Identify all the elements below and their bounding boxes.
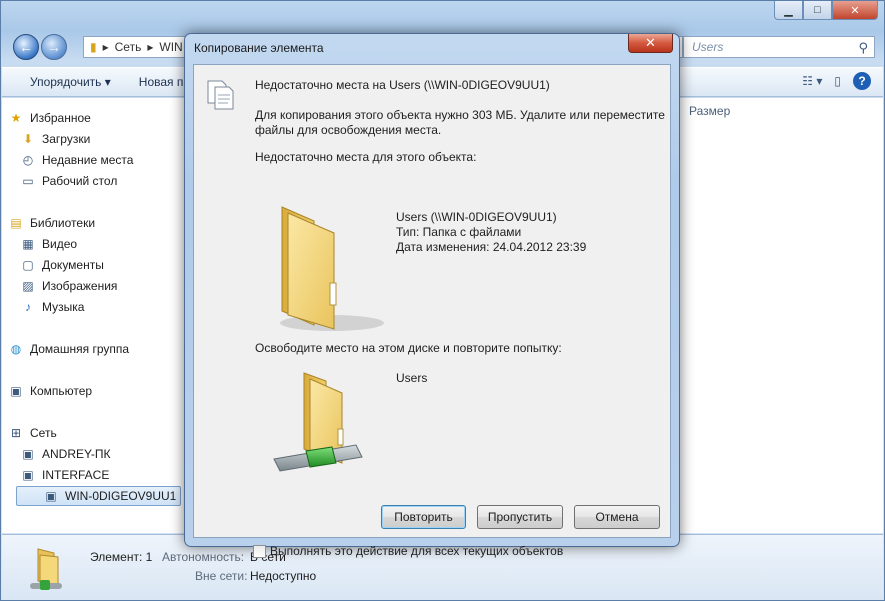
sidebar-item[interactable]: ▦ Видео bbox=[20, 234, 77, 254]
sidebar-item[interactable]: ♪ Музыка bbox=[20, 297, 84, 317]
back-button[interactable]: ← bbox=[13, 34, 39, 60]
sidebar-item[interactable]: ◴ Недавние места bbox=[20, 150, 134, 170]
status-item-count: Элемент: 1 bbox=[90, 550, 153, 564]
breadcrumb-separator-icon: ▸ bbox=[102, 40, 109, 54]
copy-item-dialog: Копирование элемента ✕ Недостаточно мест… bbox=[184, 33, 680, 558]
homegroup-icon: ◍ bbox=[10, 342, 22, 356]
sidebar-item-label: WIN-0DIGEOV9UU1 bbox=[65, 489, 177, 503]
sidebar-item[interactable]: ⊞ Сеть bbox=[8, 423, 57, 443]
sidebar-item-label: Сеть bbox=[30, 426, 57, 440]
sidebar-item-label: Видео bbox=[42, 237, 78, 251]
dropdown-arrow-icon: ▾ bbox=[104, 75, 111, 89]
apply-all-label[interactable]: Выполнять это действие для всех текущих … bbox=[270, 544, 563, 558]
sidebar-item-label: Изображения bbox=[42, 279, 118, 293]
libraries-icon: ▤ bbox=[10, 216, 22, 230]
breadcrumb-server[interactable]: WIN bbox=[159, 40, 182, 54]
sidebar-item-label: Музыка bbox=[42, 300, 85, 314]
target-item-name: Users bbox=[396, 371, 428, 385]
source-item-type: Тип: Папка с файлами bbox=[396, 225, 522, 239]
sidebar-item-label: INTERFACE bbox=[42, 468, 110, 482]
network-icon: ⊞ bbox=[10, 426, 22, 440]
dialog-message: Для копирования этого объекта нужно 303 … bbox=[255, 108, 665, 137]
sidebar-item-label: ANDREY-ПК bbox=[42, 447, 111, 461]
dialog-heading: Недостаточно места на Users (\\WIN-0DIGE… bbox=[255, 78, 550, 92]
view-options-icon[interactable]: ☷ ▾ bbox=[802, 74, 822, 88]
window-controls: ▁ □ ✕ bbox=[774, 1, 878, 20]
sidebar-item[interactable]: ▣ WIN-0DIGEOV9UU1 bbox=[16, 486, 182, 506]
documents-icon: ▢ bbox=[22, 258, 34, 272]
computer-icon: ▣ bbox=[10, 384, 22, 398]
organize-label: Упорядочить bbox=[30, 75, 102, 89]
toolbar-right: ☷ ▾ ▯ ? bbox=[802, 72, 871, 90]
network-computer-icon: ▣ bbox=[22, 447, 34, 461]
sidebar-item-label: Рабочий стол bbox=[42, 174, 118, 188]
sidebar-item[interactable]: ▣ Компьютер bbox=[8, 381, 92, 401]
free-space-label: Освободите место на этом диске и повтори… bbox=[255, 341, 562, 355]
network-folder-icon bbox=[266, 371, 386, 494]
organize-button[interactable]: Упорядочить ▾ bbox=[16, 75, 125, 89]
dialog-close-button[interactable]: ✕ bbox=[628, 34, 673, 53]
network-computer-icon: ▣ bbox=[22, 468, 34, 482]
sidebar-item-label: Избранное bbox=[30, 111, 91, 125]
sidebar-item-label: Домашняя группа bbox=[30, 342, 130, 356]
sidebar-item[interactable]: ◍ Домашняя группа bbox=[8, 339, 129, 359]
folder-icon bbox=[270, 205, 390, 338]
sidebar-item[interactable]: ⬇ Загрузки bbox=[20, 129, 90, 149]
source-item-name: Users (\\WIN-0DIGEOV9UU1) bbox=[396, 210, 557, 224]
status-offline-label: Вне сети: bbox=[195, 569, 248, 583]
sidebar-item-label: Недавние места bbox=[42, 153, 134, 167]
folder-icon: ▮ bbox=[90, 40, 97, 54]
maximize-button[interactable]: □ bbox=[803, 1, 832, 20]
status-offline-value: Недоступно bbox=[250, 569, 317, 583]
preview-pane-icon[interactable]: ▯ bbox=[834, 74, 841, 88]
not-enough-space-label: Недостаточно места для этого объекта: bbox=[255, 150, 477, 164]
sidebar-item-label: Документы bbox=[42, 258, 104, 272]
breadcrumb-network[interactable]: Сеть bbox=[115, 40, 142, 54]
star-icon: ★ bbox=[10, 111, 22, 125]
search-icon[interactable]: ⚲ bbox=[858, 40, 868, 56]
sidebar-item[interactable]: ▢ Документы bbox=[20, 255, 104, 275]
source-item-modified: Дата изменения: 24.04.2012 23:39 bbox=[396, 240, 587, 254]
sidebar-item-label: Компьютер bbox=[30, 384, 93, 398]
sidebar-item[interactable]: ▤ Библиотеки bbox=[8, 213, 95, 233]
music-icon: ♪ bbox=[25, 300, 31, 314]
sidebar-item[interactable]: ★ Избранное bbox=[8, 108, 91, 128]
sidebar-item-label: Библиотеки bbox=[30, 216, 96, 230]
sidebar-item[interactable]: ▭ Рабочий стол bbox=[20, 171, 117, 191]
search-placeholder: Users bbox=[692, 40, 724, 54]
minimize-button[interactable]: ▁ bbox=[774, 1, 803, 20]
cancel-button[interactable]: Отмена bbox=[574, 505, 660, 529]
folder-network-icon bbox=[28, 545, 68, 593]
recent-places-icon: ◴ bbox=[22, 153, 34, 167]
copy-documents-icon bbox=[206, 79, 236, 114]
sidebar-item[interactable]: ▣ INTERFACE bbox=[20, 465, 109, 485]
skip-button[interactable]: Пропустить bbox=[477, 505, 563, 529]
retry-button[interactable]: Повторить bbox=[381, 505, 466, 529]
dialog-body: Недостаточно места на Users (\\WIN-0DIGE… bbox=[193, 64, 671, 558]
sidebar-item[interactable]: ▨ Изображения bbox=[20, 276, 117, 296]
status-offline-availability-label: Автономность: bbox=[162, 550, 245, 564]
forward-button[interactable]: → bbox=[41, 34, 67, 60]
sidebar-item[interactable]: ▣ ANDREY-ПК bbox=[20, 444, 111, 464]
pictures-icon: ▨ bbox=[22, 279, 34, 293]
column-header-size[interactable]: Размер bbox=[689, 104, 730, 118]
apply-all-checkbox[interactable] bbox=[253, 545, 266, 558]
network-computer-icon: ▣ bbox=[45, 489, 57, 503]
desktop-icon: ▭ bbox=[22, 174, 34, 188]
dialog-title: Копирование элемента bbox=[194, 41, 324, 55]
sidebar-item-label: Загрузки bbox=[42, 132, 91, 146]
navigation-pane: ★ Избранное ⬇ Загрузки ◴ Недавние места ▭ Рабоч… bbox=[2, 98, 185, 533]
close-button[interactable]: ✕ bbox=[832, 1, 878, 20]
search-input[interactable]: Users ⚲ bbox=[683, 36, 875, 58]
downloads-folder-icon: ⬇ bbox=[22, 132, 34, 146]
video-icon: ▦ bbox=[22, 237, 34, 251]
breadcrumb-separator-icon: ▸ bbox=[147, 40, 154, 54]
help-icon[interactable]: ? bbox=[853, 72, 871, 90]
